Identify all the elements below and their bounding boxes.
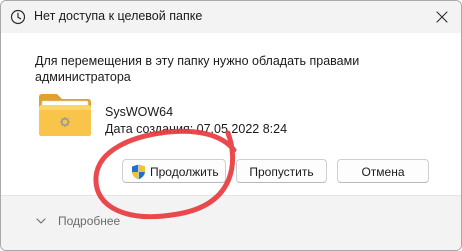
cancel-button[interactable]: Отмена bbox=[337, 159, 429, 183]
chevron-down-icon bbox=[36, 218, 46, 224]
continue-button-label: Продолжить bbox=[150, 165, 219, 179]
continue-button[interactable]: Продолжить bbox=[122, 159, 226, 183]
folder-name: SysWOW64 bbox=[105, 105, 174, 119]
close-button[interactable] bbox=[431, 7, 453, 27]
uac-shield-icon bbox=[132, 164, 145, 180]
dialog-window: Нет доступа к целевой папке Для перемеще… bbox=[0, 0, 462, 251]
window-title: Нет доступа к целевой папке bbox=[34, 9, 203, 23]
details-label: Подробнее bbox=[58, 214, 121, 228]
message-text: Для перемещения в эту папку нужно облада… bbox=[35, 54, 360, 84]
clock-icon bbox=[10, 9, 26, 25]
close-icon bbox=[436, 11, 448, 23]
title-bar[interactable]: Нет доступа к целевой папке bbox=[1, 1, 461, 33]
folder-icon bbox=[39, 94, 91, 136]
skip-button[interactable]: Пропустить bbox=[236, 159, 327, 183]
dialog-body: Для перемещения в эту папку нужно облада… bbox=[1, 33, 461, 195]
folder-creation-date: Дата создания: 07.05.2022 8:24 bbox=[105, 122, 288, 136]
dialog-footer: Подробнее bbox=[1, 195, 461, 250]
